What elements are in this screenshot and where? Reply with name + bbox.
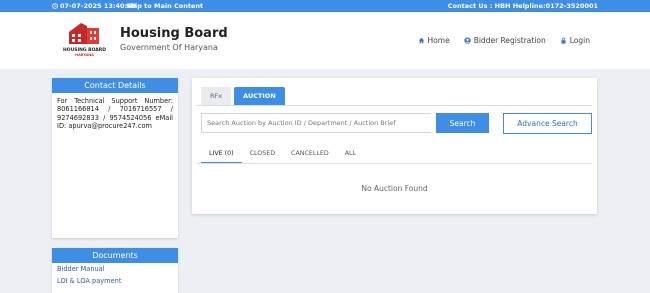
document-link-bidder-manual[interactable]: Bidder Manual (52, 263, 178, 275)
category-tabs: RFx AUCTION (201, 87, 285, 105)
logo-line-2: HARYANA (75, 53, 94, 57)
auction-search-input[interactable]: Search Auction by Auction ID / Departmen… (201, 113, 431, 133)
auction-card: RFx AUCTION Search Auction by Auction ID… (192, 78, 597, 214)
tab-auction[interactable]: AUCTION (234, 87, 285, 105)
tab-rfx[interactable]: RFx (201, 87, 232, 105)
nav-home[interactable]: Home (418, 36, 450, 45)
nav-login-label: Login (569, 36, 590, 45)
empty-state-message: No Auction Found (361, 184, 428, 193)
nav-login[interactable]: Login (560, 36, 590, 45)
datetime-text: 07-07-2025 13:40:49 (60, 2, 137, 10)
main-nav: Home Bidder Registration Login (418, 36, 590, 45)
tab-divider (197, 105, 592, 106)
filter-divider (197, 163, 592, 164)
logo-caption: HOUSING BOARD HARYANA (57, 48, 112, 58)
skip-to-main-link[interactable]: Skip to Main Content (126, 2, 203, 10)
nav-bidder-registration-label: Bidder Registration (473, 36, 546, 45)
site-header: HOUSING BOARD HARYANA Housing Board Gove… (0, 12, 650, 69)
datetime: 07-07-2025 13:40:49 (52, 2, 136, 10)
status-filter-tabs: LIVE (0) CLOSED CANCELLED ALL (201, 146, 364, 164)
site-subtitle: Government Of Haryana (120, 43, 218, 52)
helpline-contact: Contact Us : HBH Helpline:0172-3520001 (447, 2, 598, 10)
documents-heading: Documents (52, 248, 178, 263)
nav-home-label: Home (427, 36, 450, 45)
document-link-loi-loa-payment[interactable]: LOI & LOA payment (52, 275, 178, 287)
lock-icon (561, 37, 566, 44)
site-title: Housing Board (120, 26, 228, 41)
advance-search-button[interactable]: Advance Search (503, 113, 592, 134)
nav-bidder-registration[interactable]: Bidder Registration (464, 36, 546, 45)
contact-details-panel: Contact Details For Technical Support Nu… (52, 78, 178, 238)
contact-details-text: For Technical Support Number: 8061166814… (57, 97, 173, 130)
filter-live[interactable]: LIVE (0) (201, 146, 242, 164)
filter-all[interactable]: ALL (337, 146, 364, 164)
home-icon (418, 37, 424, 44)
filter-closed[interactable]: CLOSED (242, 146, 283, 164)
top-bar: 07-07-2025 13:40:49 Skip to Main Content… (0, 0, 650, 12)
documents-panel: Documents Bidder Manual LOI & LOA paymen… (52, 248, 178, 293)
clock-icon (52, 3, 58, 9)
search-button[interactable]: Search (436, 113, 489, 133)
contact-details-heading: Contact Details (52, 78, 178, 93)
user-circle-icon (464, 37, 471, 44)
filter-cancelled[interactable]: CANCELLED (283, 146, 337, 164)
